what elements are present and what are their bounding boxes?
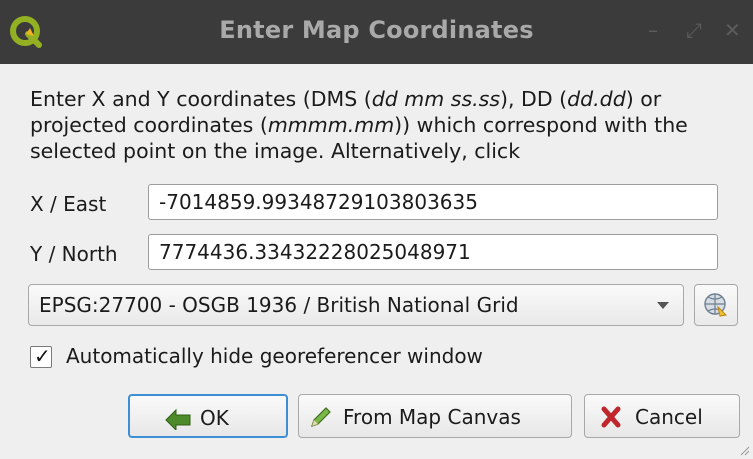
x-east-input[interactable]: [148, 184, 718, 220]
cancel-button-label: Cancel: [635, 405, 703, 429]
title-bar: Enter Map Coordinates – ⤢ ✕: [0, 0, 753, 64]
close-icon[interactable]: ✕: [724, 18, 741, 42]
minimize-icon[interactable]: –: [648, 18, 658, 42]
pencil-icon: [311, 407, 331, 427]
cancel-x-icon: [601, 406, 621, 428]
ok-button[interactable]: OK: [128, 394, 288, 438]
window-title: Enter Map Coordinates: [219, 16, 534, 44]
from-map-canvas-button[interactable]: From Map Canvas: [298, 394, 572, 438]
crs-dropdown[interactable]: EPSG:27700 - OSGB 1936 / British Nationa…: [28, 284, 684, 326]
crs-selector-button[interactable]: [694, 284, 738, 326]
cancel-button[interactable]: Cancel: [584, 394, 740, 438]
y-north-input[interactable]: [148, 234, 718, 270]
chevron-down-icon: [657, 302, 669, 309]
instructions-text: Enter X and Y coordinates (DMS (dd mm ss…: [30, 87, 688, 163]
ok-button-label: OK: [200, 406, 229, 430]
y-north-label: Y / North: [30, 242, 118, 266]
crs-selector-icon: [704, 293, 728, 317]
restore-icon[interactable]: ⤢: [686, 18, 702, 42]
crs-selected-value: EPSG:27700 - OSGB 1936 / British Nationa…: [39, 293, 519, 317]
from-map-canvas-label: From Map Canvas: [343, 405, 521, 429]
x-east-label: X / East: [30, 192, 107, 216]
auto-hide-checkbox[interactable]: ✓: [30, 344, 52, 368]
ok-arrow-icon: [165, 408, 191, 430]
resize-grip-icon[interactable]: [740, 446, 750, 456]
auto-hide-label: Automatically hide georeferencer window: [66, 344, 483, 368]
